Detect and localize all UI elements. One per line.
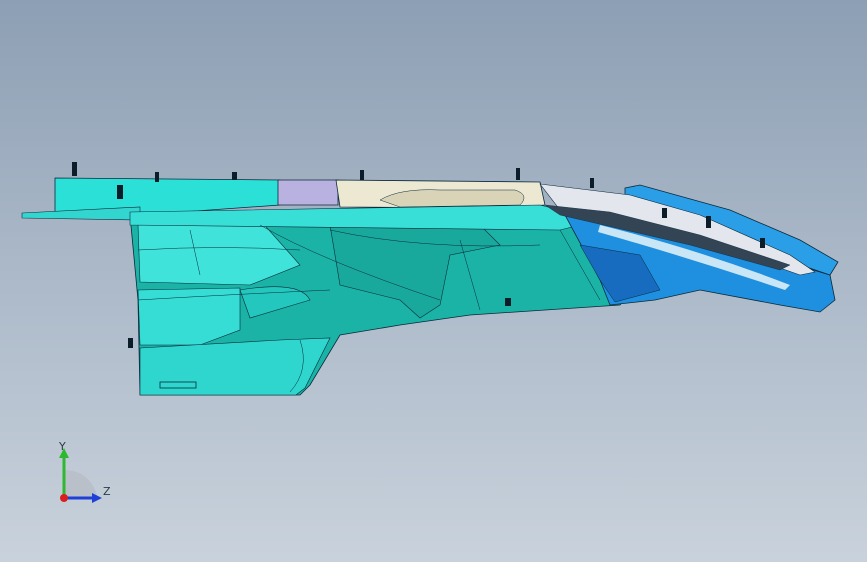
y-axis-label: Y [59,440,66,453]
cad-part-model[interactable] [0,0,867,562]
part-cyan-bottom [139,337,331,396]
z-axis-arrowhead [92,493,102,503]
z-axis-label: Z [103,485,111,498]
coordinate-triad: Y Z [40,430,130,520]
part-lavender-section [277,179,339,206]
cad-viewport[interactable]: Y Z [0,0,867,562]
triad-graphic [59,448,102,503]
x-axis-origin-dot [60,494,68,502]
part-duct-channel [379,189,525,208]
